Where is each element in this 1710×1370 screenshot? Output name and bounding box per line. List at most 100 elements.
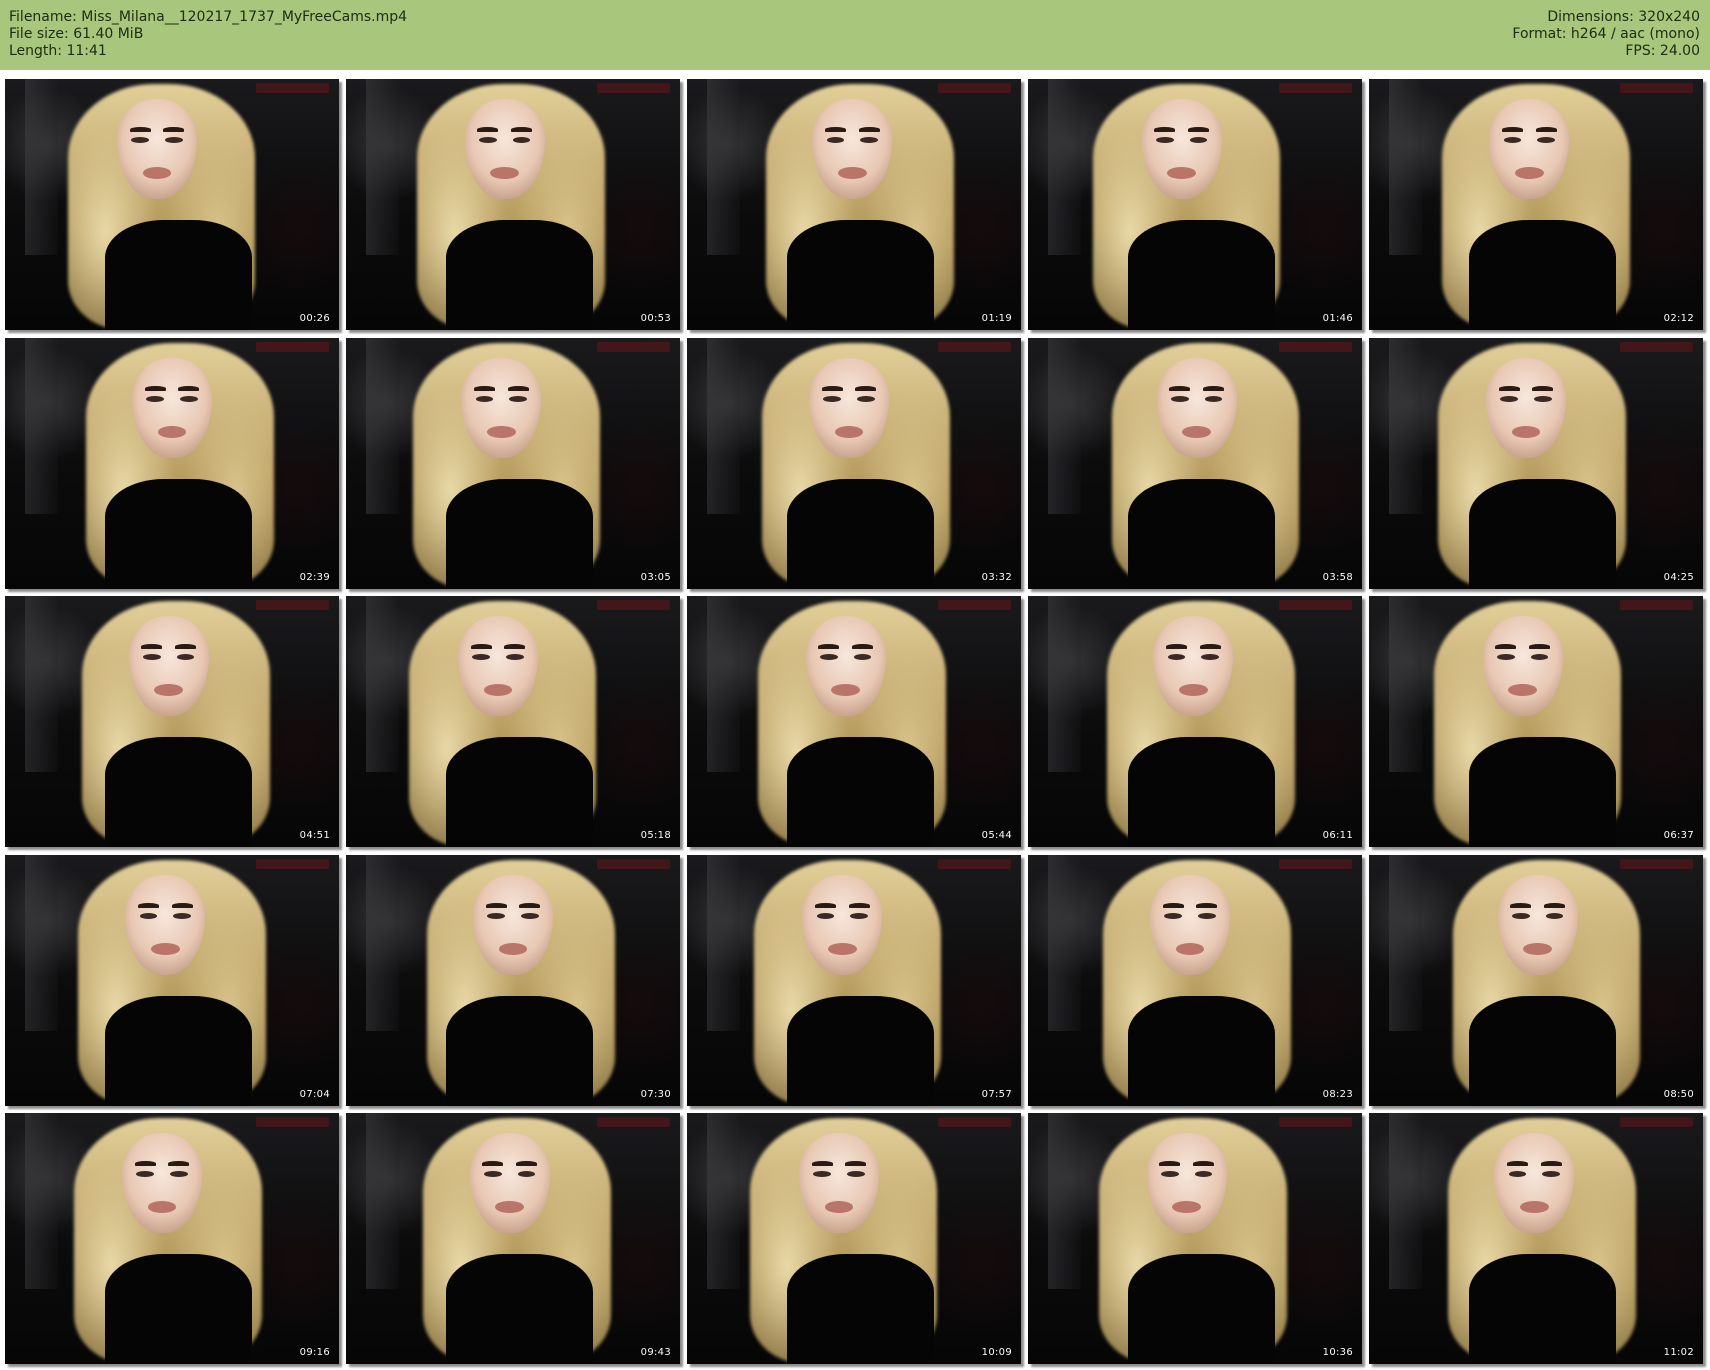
- contact-sheet-header: Filename: Miss_Milana__120217_1737_MyFre…: [0, 0, 1710, 70]
- video-frame-image: [1028, 79, 1362, 330]
- video-frame-image: [687, 1113, 1021, 1364]
- watermark: [255, 599, 329, 610]
- thumbnail-grid: 00:26 00:53 01:19 01:46 02:12 02:39 03:05 03:32…: [5, 79, 1705, 1364]
- timestamp-label: 02:39: [299, 572, 330, 583]
- video-frame-image: [1369, 1113, 1703, 1364]
- watermark: [1619, 1116, 1693, 1127]
- watermark: [596, 82, 670, 93]
- video-frame-image: [346, 596, 680, 847]
- watermark: [255, 82, 329, 93]
- video-frame-image: [346, 338, 680, 589]
- timestamp-label: 00:26: [299, 313, 330, 324]
- timestamp-label: 09:16: [299, 1347, 330, 1358]
- video-frame-image: [1028, 338, 1362, 589]
- watermark: [1619, 82, 1693, 93]
- thumbnail: 05:44: [687, 596, 1021, 847]
- timestamp-label: 10:09: [981, 1347, 1012, 1358]
- thumbnail: 07:57: [687, 855, 1021, 1106]
- dimensions-text: Dimensions: 320x240: [1547, 9, 1700, 25]
- timestamp-label: 01:46: [1322, 313, 1353, 324]
- watermark: [1278, 599, 1352, 610]
- thumbnail: 10:36: [1028, 1113, 1362, 1364]
- thumbnail: 09:16: [5, 1113, 339, 1364]
- timestamp-label: 04:25: [1663, 572, 1694, 583]
- thumbnail: 05:18: [346, 596, 680, 847]
- video-frame-image: [1369, 338, 1703, 589]
- watermark: [596, 858, 670, 869]
- timestamp-label: 01:19: [981, 313, 1012, 324]
- watermark: [1278, 858, 1352, 869]
- video-frame-image: [687, 79, 1021, 330]
- length-text: Length: 11:41: [9, 43, 107, 59]
- video-frame-image: [1369, 596, 1703, 847]
- video-frame-image: [346, 855, 680, 1106]
- video-frame-image: [1028, 1113, 1362, 1364]
- file-info: Filename: Miss_Milana__120217_1737_MyFre…: [9, 9, 407, 60]
- timestamp-label: 08:50: [1663, 1089, 1694, 1100]
- timestamp-label: 03:58: [1322, 572, 1353, 583]
- timestamp-label: 09:43: [640, 1347, 671, 1358]
- timestamp-label: 07:57: [981, 1089, 1012, 1100]
- video-frame-image: [687, 338, 1021, 589]
- timestamp-label: 04:51: [299, 830, 330, 841]
- thumbnail: 06:37: [1369, 596, 1703, 847]
- watermark: [937, 1116, 1011, 1127]
- watermark: [596, 599, 670, 610]
- watermark: [1619, 341, 1693, 352]
- video-info: Dimensions: 320x240 Format: h264 / aac (…: [1512, 9, 1700, 60]
- thumbnail: 02:39: [5, 338, 339, 589]
- thumbnail: 03:58: [1028, 338, 1362, 589]
- thumbnail: 10:09: [687, 1113, 1021, 1364]
- video-frame-image: [1028, 855, 1362, 1106]
- fps-text: FPS: 24.00: [1625, 43, 1700, 59]
- watermark: [1619, 858, 1693, 869]
- timestamp-label: 02:12: [1663, 313, 1694, 324]
- watermark: [1278, 1116, 1352, 1127]
- watermark: [937, 599, 1011, 610]
- thumbnail: 04:25: [1369, 338, 1703, 589]
- thumbnail: 02:12: [1369, 79, 1703, 330]
- watermark: [937, 858, 1011, 869]
- video-frame-image: [687, 596, 1021, 847]
- thumbnail: 09:43: [346, 1113, 680, 1364]
- file-size-text: File size: 61.40 MiB: [9, 26, 144, 42]
- watermark: [937, 82, 1011, 93]
- thumbnail: 08:50: [1369, 855, 1703, 1106]
- timestamp-label: 05:18: [640, 830, 671, 841]
- watermark: [596, 1116, 670, 1127]
- thumbnail: 06:11: [1028, 596, 1362, 847]
- watermark: [255, 341, 329, 352]
- watermark: [255, 858, 329, 869]
- video-frame-image: [5, 79, 339, 330]
- video-frame-image: [346, 79, 680, 330]
- thumbnail: 08:23: [1028, 855, 1362, 1106]
- video-frame-image: [1369, 855, 1703, 1106]
- thumbnail: 03:05: [346, 338, 680, 589]
- thumbnail: 00:53: [346, 79, 680, 330]
- watermark: [1278, 341, 1352, 352]
- timestamp-label: 06:37: [1663, 830, 1694, 841]
- video-frame-image: [5, 338, 339, 589]
- timestamp-label: 11:02: [1663, 1347, 1694, 1358]
- video-frame-image: [1028, 596, 1362, 847]
- thumbnail: 03:32: [687, 338, 1021, 589]
- thumbnail: 00:26: [5, 79, 339, 330]
- timestamp-label: 03:05: [640, 572, 671, 583]
- watermark: [596, 341, 670, 352]
- timestamp-label: 03:32: [981, 572, 1012, 583]
- filename-text: Filename: Miss_Milana__120217_1737_MyFre…: [9, 9, 408, 25]
- format-text: Format: h264 / aac (mono): [1512, 26, 1700, 42]
- watermark: [1619, 599, 1693, 610]
- watermark: [1278, 82, 1352, 93]
- timestamp-label: 07:04: [299, 1089, 330, 1100]
- thumbnail: 01:19: [687, 79, 1021, 330]
- video-frame-image: [5, 596, 339, 847]
- timestamp-label: 00:53: [640, 313, 671, 324]
- watermark: [937, 341, 1011, 352]
- timestamp-label: 07:30: [640, 1089, 671, 1100]
- video-frame-image: [5, 855, 339, 1106]
- thumbnail: 11:02: [1369, 1113, 1703, 1364]
- thumbnail: 07:30: [346, 855, 680, 1106]
- timestamp-label: 05:44: [981, 830, 1012, 841]
- timestamp-label: 08:23: [1322, 1089, 1353, 1100]
